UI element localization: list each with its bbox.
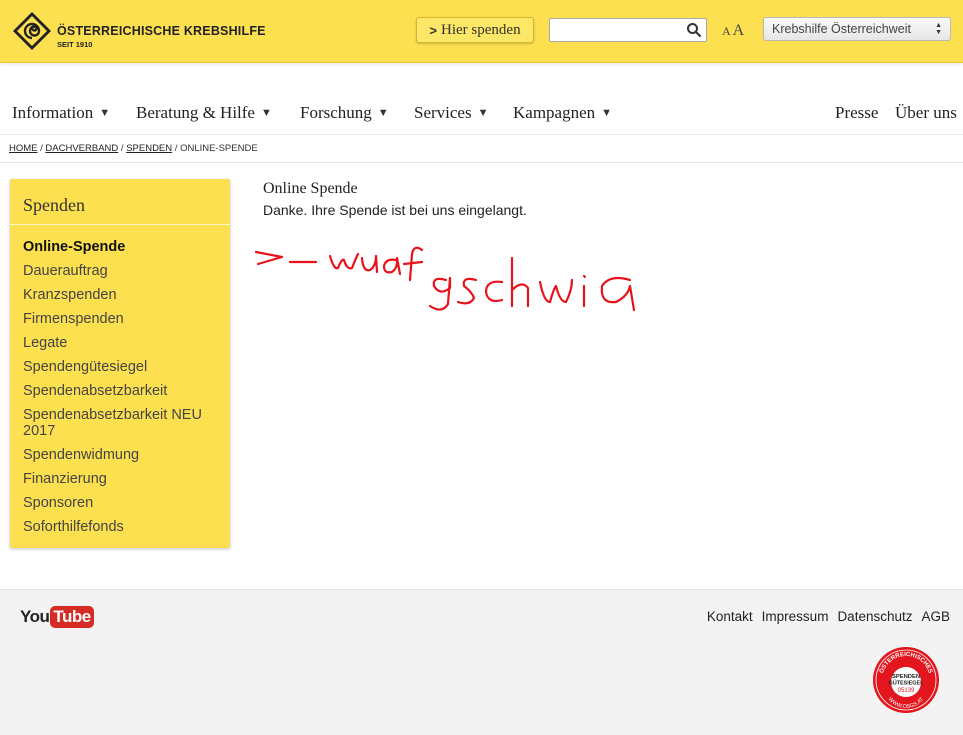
nav-item-label: Beratung & Hilfe [136, 103, 255, 122]
sidebar-item-dauerauftrag[interactable]: Dauerauftrag [23, 263, 223, 279]
krebshilfe-logo-icon[interactable] [12, 11, 52, 51]
sidebar-item-kranzspenden[interactable]: Kranzspenden [23, 287, 223, 303]
search-box[interactable] [549, 18, 707, 42]
sidebar-item-firmenspenden[interactable]: Firmenspenden [23, 311, 223, 327]
footer-link-agb[interactable]: AGB [921, 609, 950, 624]
footer-link-kontakt[interactable]: Kontakt [707, 609, 753, 624]
font-size-increase[interactable]: A [733, 22, 745, 40]
spenden-guetesiegel-seal-icon[interactable]: ÖSTERREICHISCHES SPENDEN GÜTESIEGEL 0513… [872, 646, 940, 714]
nav-item-label: Kampagnen [513, 103, 596, 122]
footer-link-datenschutz[interactable]: Datenschutz [837, 609, 912, 624]
youtube-link[interactable]: You Tube [20, 606, 94, 628]
sidebar-item-spendenwidmung[interactable]: Spendenwidmung [23, 447, 223, 463]
sidebar-item-legate[interactable]: Legate [23, 335, 223, 351]
nav-item-label: Services [414, 103, 472, 122]
breadcrumb-divider [0, 162, 963, 163]
handwritten-annotation-icon [254, 246, 636, 312]
nav-item-information[interactable]: Information ▼ [12, 103, 110, 123]
page-title: Online Spende [263, 180, 358, 197]
font-size-decrease[interactable]: A [722, 24, 731, 39]
nav-item-forschung[interactable]: Forschung ▼ [300, 103, 389, 123]
search-input[interactable] [550, 19, 680, 41]
sidebar-title[interactable]: Spenden [23, 195, 85, 216]
logo-name[interactable]: ÖSTERREICHISCHE KREBSHILFE [57, 24, 266, 38]
caret-down-icon: ▼ [260, 107, 272, 119]
seal-line2: GÜTESIEGEL [889, 680, 924, 687]
nav-item-beratung[interactable]: Beratung & Hilfe ▼ [136, 103, 272, 123]
breadcrumb-current: ONLINE-SPENDE [180, 143, 258, 154]
sidebar-item-spendenabsetzbarkeit-neu[interactable]: Spendenabsetzbarkeit NEU 2017 [23, 407, 208, 439]
main-navigation: Information ▼ Beratung & Hilfe ▼ Forschu… [0, 95, 963, 131]
search-icon[interactable] [686, 22, 702, 38]
nav-item-ueber-uns[interactable]: Über uns [895, 103, 957, 123]
nav-item-kampagnen[interactable]: Kampagnen ▼ [513, 103, 612, 123]
sidebar-item-spendenguetesiegel[interactable]: Spendengütesiegel [23, 359, 223, 375]
donate-button[interactable]: > Hier spenden [416, 17, 534, 43]
youtube-logo-tube: Tube [50, 606, 94, 628]
confirmation-message: Danke. Ihre Spende ist bei uns eingelang… [263, 202, 527, 218]
caret-down-icon: ▼ [601, 107, 613, 119]
nav-item-label: Information [12, 103, 94, 122]
nav-item-presse[interactable]: Presse [835, 103, 878, 123]
nav-item-services[interactable]: Services ▼ [414, 103, 488, 123]
caret-down-icon: ▼ [99, 107, 111, 119]
seal-line1: SPENDEN [892, 674, 920, 680]
youtube-logo-you: You [20, 607, 50, 626]
footer-links: Kontakt Impressum Datenschutz AGB [707, 609, 950, 624]
caret-down-icon: ▼ [377, 107, 389, 119]
sidebar: Spenden Online-Spende Dauerauftrag Kranz… [10, 179, 230, 548]
breadcrumb-separator: / [172, 143, 181, 154]
chevron-right-icon: > [429, 22, 438, 38]
seal-number: 05139 [898, 688, 915, 694]
breadcrumb: HOME / DACHVERBAND / SPENDEN / ONLINE-SP… [9, 143, 258, 154]
breadcrumb-spenden[interactable]: SPENDEN [126, 143, 172, 154]
sidebar-item-spendenabsetzbarkeit[interactable]: Spendenabsetzbarkeit [23, 383, 223, 399]
donate-button-label: Hier spenden [441, 21, 521, 38]
footer-link-impressum[interactable]: Impressum [762, 609, 829, 624]
font-size-controls: A A [722, 22, 744, 40]
sidebar-item-soforthilfefonds[interactable]: Soforthilfefonds [23, 519, 223, 535]
nav-item-label: Forschung [300, 103, 372, 122]
sidebar-item-sponsoren[interactable]: Sponsoren [23, 495, 223, 511]
caret-down-icon: ▼ [477, 107, 489, 119]
breadcrumb-dachverband[interactable]: DACHVERBAND [45, 143, 118, 154]
header-bar: ÖSTERREICHISCHE KREBSHILFE SEIT 1910 > H… [0, 0, 963, 63]
breadcrumb-separator: / [118, 143, 127, 154]
region-select-value: Krebshilfe Österreichweit [772, 22, 911, 36]
sidebar-item-online-spende[interactable]: Online-Spende [23, 239, 223, 255]
breadcrumb-home[interactable]: HOME [9, 143, 38, 154]
select-arrows-icon: ▲ ▼ [935, 22, 942, 36]
sidebar-divider [10, 224, 230, 225]
logo-subtitle: SEIT 1910 [57, 40, 93, 49]
sidebar-item-finanzierung[interactable]: Finanzierung [23, 471, 223, 487]
region-select[interactable]: Krebshilfe Österreichweit ▲ ▼ [763, 17, 951, 41]
